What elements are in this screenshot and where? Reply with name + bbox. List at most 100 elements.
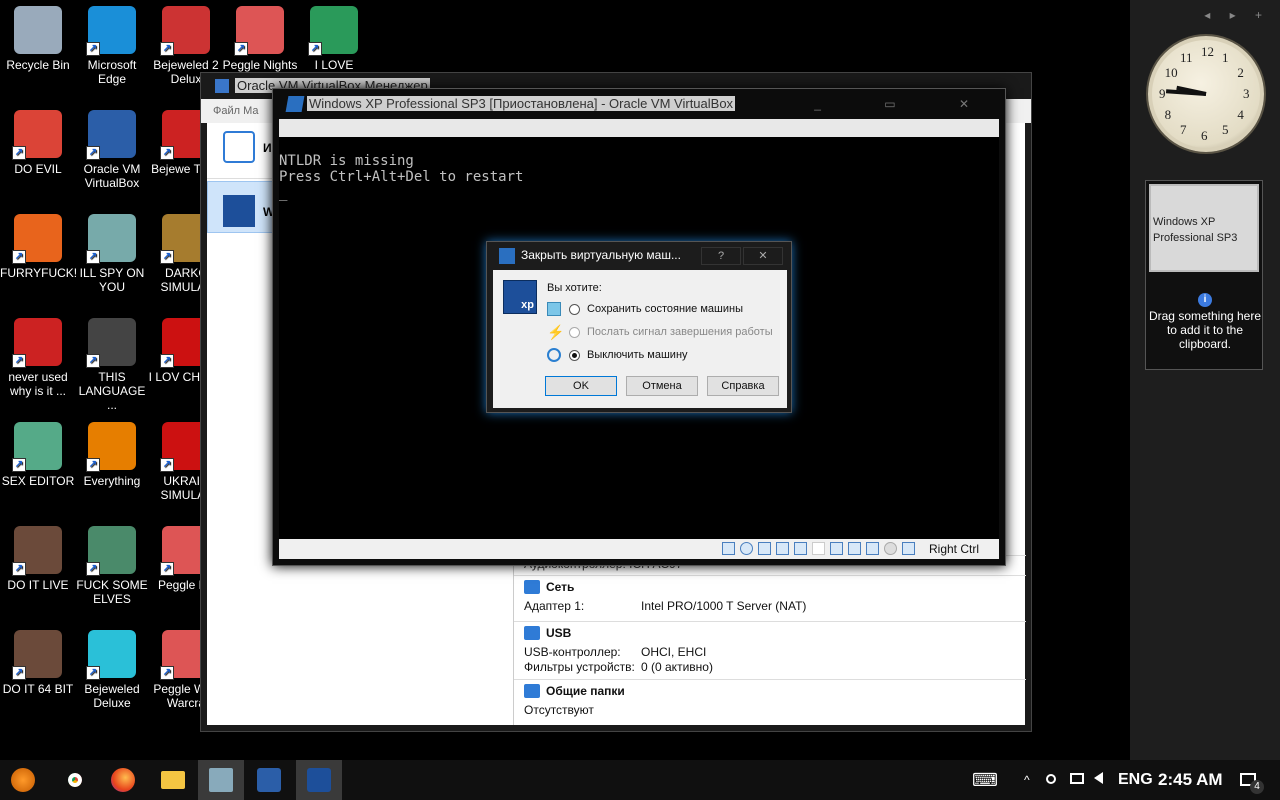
- radio-save-state[interactable]: [569, 304, 580, 315]
- virtualization-icon[interactable]: [866, 542, 879, 555]
- shortcut-arrow-icon: ↗: [12, 666, 26, 680]
- notification-center[interactable]: 4: [1238, 760, 1266, 800]
- window-controls[interactable]: _ ▭ ✕: [814, 89, 999, 119]
- shortcut-arrow-icon: ↗: [86, 250, 100, 264]
- mouse-integration-icon[interactable]: [884, 542, 897, 555]
- recording-icon[interactable]: [848, 542, 861, 555]
- clock-number: 11: [1180, 49, 1193, 65]
- usb-section[interactable]: USB USB-контроллер: OHCI, EHCI Фильтры ус…: [514, 621, 1026, 679]
- taskbar-explorer[interactable]: [150, 760, 196, 800]
- network-icon[interactable]: [1070, 760, 1084, 800]
- usb-key: USB-контроллер:: [524, 645, 621, 659]
- taskbar-chrome[interactable]: [52, 760, 98, 800]
- usb-value: OHCI, EHCI: [641, 645, 707, 659]
- audio-icon[interactable]: [758, 542, 771, 555]
- app-icon: ↗: [86, 318, 136, 368]
- xp-vm-icon: [223, 195, 255, 227]
- dialog-titlebar[interactable]: Закрыть виртуальную маш... ? ✕: [487, 242, 791, 268]
- close-vm-dialog[interactable]: Закрыть виртуальную маш... ? ✕ xp Вы хот…: [486, 241, 792, 413]
- app-icon: ↗: [86, 526, 136, 576]
- help-button[interactable]: Справка: [707, 376, 779, 396]
- desktop-icon[interactable]: ↗ DO IT LIVE: [0, 520, 76, 592]
- desktop-icon[interactable]: ↗ SEX EDITOR: [0, 416, 76, 488]
- radio-acpi-shutdown[interactable]: [569, 327, 580, 338]
- desktop-icon[interactable]: ↗ Peggle Nights: [222, 0, 298, 72]
- usb-title[interactable]: USB: [546, 626, 571, 640]
- power-icon: [547, 348, 561, 362]
- desktop-icon[interactable]: Recycle Bin: [0, 0, 76, 72]
- xp-icon: [307, 768, 331, 792]
- desktop-icon[interactable]: ↗ I LOVE: [296, 0, 372, 72]
- shared-folders-section[interactable]: Общие папки Отсутствуют: [514, 679, 1026, 725]
- desktop-icon-label: Everything: [83, 474, 141, 488]
- desktop-icon-label: DO IT LIVE: [7, 578, 69, 592]
- keyboard-icon[interactable]: ⌨: [972, 760, 998, 800]
- shortcut-arrow-icon: ↗: [86, 562, 100, 576]
- desktop-icon[interactable]: ↗ Oracle VM VirtualBox: [74, 104, 150, 190]
- clipboard-info: i Drag something here to add it to the c…: [1146, 291, 1264, 351]
- chrome-icon: [63, 768, 87, 792]
- show-hidden-icons[interactable]: ^: [1024, 760, 1030, 800]
- radio-power-off[interactable]: [569, 350, 580, 361]
- shortcut-arrow-icon: ↗: [160, 42, 174, 56]
- desktop-icon[interactable]: ↗ Microsoft Edge: [74, 0, 150, 86]
- clock-time[interactable]: 2:45 AM: [1158, 760, 1223, 800]
- taskbar: ⌨ ^ ENG 2:45 AM 4: [0, 760, 1280, 800]
- webcam-icon[interactable]: [1046, 760, 1058, 800]
- folder-icon: [524, 684, 540, 698]
- taskbar-firefox[interactable]: [100, 760, 146, 800]
- clipboard-thumbnail[interactable]: Windows XP Professional SP3: [1149, 184, 1259, 272]
- desktop-icon[interactable]: ↗ Everything: [74, 416, 150, 488]
- desktop-icon[interactable]: ↗ DO IT 64 BIT: [0, 624, 76, 696]
- desktop-icon[interactable]: ↗ FURRYFUCK!: [0, 208, 76, 280]
- network-section[interactable]: Сеть Адаптер 1: Intel PRO/1000 T Server (…: [514, 575, 1026, 623]
- desktop-icon[interactable]: ↗ FUCK SOME ELVES: [74, 520, 150, 606]
- desktop-icon[interactable]: ↗ DO EVIL: [0, 104, 76, 176]
- ok-button[interactable]: OK: [545, 376, 617, 396]
- desktop-icon-label: Oracle VM VirtualBox: [83, 162, 141, 190]
- volume-icon[interactable]: [1094, 760, 1103, 800]
- desktop-icon[interactable]: ↗ THIS LANGUAGE ...: [74, 312, 150, 412]
- desktop-icon-label: FURRYFUCK!: [0, 266, 76, 280]
- clock-number: 1: [1222, 49, 1229, 65]
- desktop-icon[interactable]: ↗ Bejeweled Deluxe: [74, 624, 150, 710]
- clock-gadget[interactable]: 12 1 2 3 4 5 6 7 8 9 10 11: [1148, 36, 1264, 152]
- taskbar-vm[interactable]: [296, 760, 342, 800]
- network-title[interactable]: Сеть: [546, 580, 574, 594]
- start-button[interactable]: [0, 760, 46, 800]
- shared-folders-title[interactable]: Общие папки: [546, 684, 625, 698]
- power-off-label[interactable]: Выключить машину: [587, 349, 688, 361]
- network-status-icon[interactable]: [776, 542, 789, 555]
- shortcut-arrow-icon: ↗: [160, 562, 174, 576]
- shared-folder-icon[interactable]: [812, 542, 825, 555]
- shortcut-arrow-icon: ↗: [160, 146, 174, 160]
- save-state-label[interactable]: Сохранить состояние машины: [587, 303, 743, 315]
- taskbar-app[interactable]: [198, 760, 244, 800]
- clipboard-hint: Drag something here to add it to the cli…: [1148, 309, 1262, 351]
- vm-menubar[interactable]: [279, 119, 999, 137]
- acpi-shutdown-label[interactable]: Послать сигнал завершения работы: [587, 326, 773, 338]
- clipboard-gadget[interactable]: Windows XP Professional SP3 i Drag somet…: [1145, 180, 1263, 370]
- display-icon[interactable]: [830, 542, 843, 555]
- cancel-button[interactable]: Отмена: [626, 376, 698, 396]
- usb-status-icon[interactable]: [794, 542, 807, 555]
- hdd-icon[interactable]: [722, 542, 735, 555]
- xp-icon: [499, 248, 515, 264]
- gadget-nav[interactable]: ◂ ▸ +: [1204, 8, 1270, 22]
- taskbar-virtualbox[interactable]: [246, 760, 292, 800]
- app-icon: ↗: [86, 6, 136, 56]
- shortcut-arrow-icon: ↗: [12, 250, 26, 264]
- app-icon: ↗: [234, 6, 284, 56]
- host-key-icon: [902, 542, 915, 555]
- desktop-icon[interactable]: ↗ never used why is it ...: [0, 312, 76, 398]
- optical-disk-icon[interactable]: [740, 542, 753, 555]
- desktop: Recycle Bin ↗ Microsoft Edge ↗ Bejeweled 2 D…: [0, 0, 1280, 760]
- close-button[interactable]: ✕: [743, 247, 783, 265]
- vm-titlebar[interactable]: Windows XP Professional SP3 [Приостановл…: [273, 89, 1005, 119]
- folder-icon: [161, 771, 185, 789]
- shortcut-arrow-icon: ↗: [86, 354, 100, 368]
- help-title-button[interactable]: ?: [701, 247, 741, 265]
- desktop-icon[interactable]: ↗ ILL SPY ON YOU: [74, 208, 150, 294]
- desktop-icon-label: THIS LANGUAGE ...: [78, 370, 146, 412]
- language-indicator[interactable]: ENG: [1118, 760, 1153, 800]
